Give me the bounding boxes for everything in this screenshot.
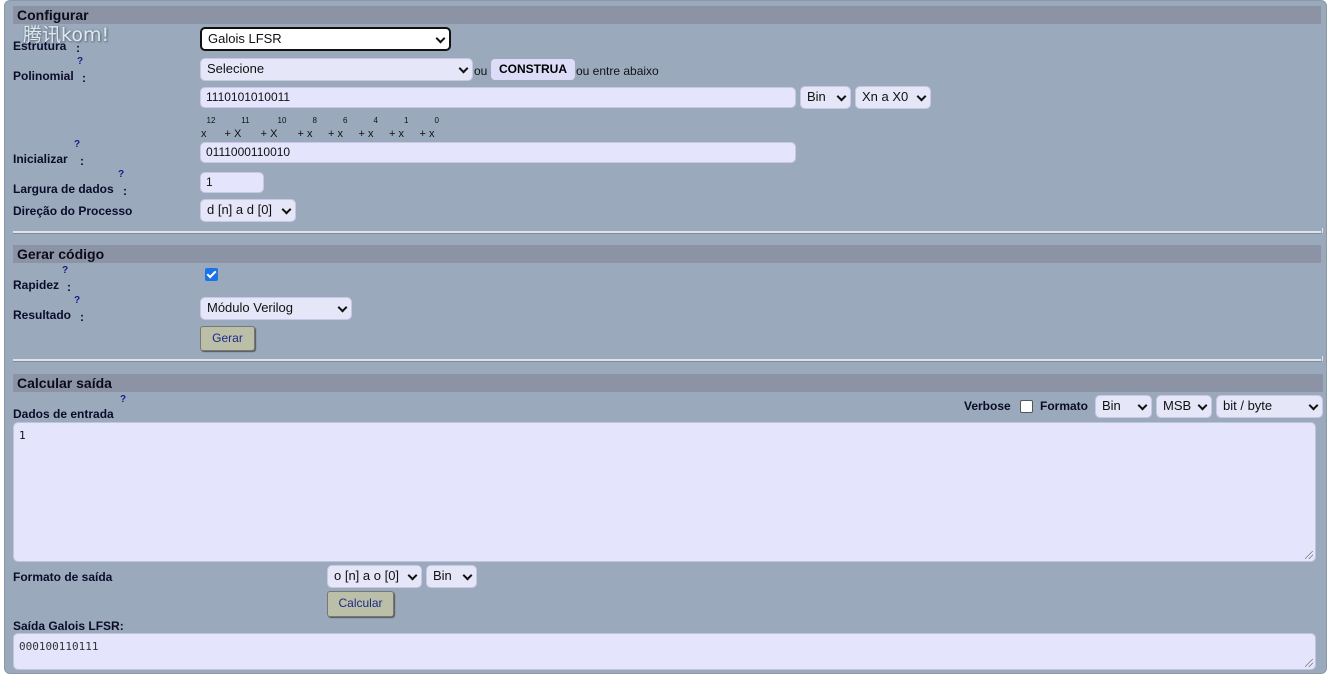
chevron-down-icon bbox=[1197, 400, 1208, 411]
formato-select-value: Bin bbox=[1102, 398, 1121, 413]
resultado-help-icon[interactable]: ? bbox=[74, 295, 80, 306]
polynomial-input[interactable]: 1110101010011 bbox=[200, 87, 796, 108]
rapidez-colon: : bbox=[67, 280, 71, 294]
poly-term: + x6 bbox=[327, 116, 348, 140]
inicializar-input[interactable]: 0111000110010 bbox=[200, 142, 796, 163]
dados-entrada-label: Dados de entrada bbox=[13, 407, 114, 421]
calcular-button[interactable]: Calcular bbox=[327, 591, 394, 617]
polinomial-help-icon[interactable]: ? bbox=[77, 56, 83, 67]
poly-order-value: Xn a X0 bbox=[862, 89, 909, 104]
formato-saida-label: Formato de saída bbox=[13, 570, 113, 584]
poly-format-select[interactable]: Bin bbox=[800, 86, 851, 109]
dados-entrada-value: 1 bbox=[19, 429, 26, 442]
saida-format-select[interactable]: Bin bbox=[426, 565, 477, 588]
construa-button[interactable]: CONSTRUA bbox=[491, 59, 575, 80]
bitbyte-select-value: bit / byte bbox=[1223, 398, 1273, 413]
chevron-down-icon bbox=[281, 204, 292, 215]
verbose-label: Verbose bbox=[964, 399, 1011, 413]
rapidez-checkbox[interactable] bbox=[205, 268, 218, 281]
chevron-down-icon bbox=[435, 33, 446, 44]
poly-term: + x0 bbox=[419, 116, 439, 140]
msb-select-value: MSB bbox=[1163, 398, 1192, 413]
lfsr-panel: Configurar 腾讯kom! Estrutura : Galois LFS… bbox=[4, 0, 1327, 674]
polinomial-select-value: Selecione bbox=[207, 61, 265, 76]
rapidez-label: Rapidez bbox=[13, 278, 60, 292]
ou-text: ou bbox=[474, 64, 488, 78]
msb-select[interactable]: MSB bbox=[1156, 395, 1212, 418]
poly-term: + x1 bbox=[388, 116, 409, 140]
section-header-calcular: Calcular saída bbox=[13, 374, 1323, 392]
section-divider bbox=[13, 356, 1323, 362]
polinomial-select[interactable]: Selecione bbox=[200, 58, 473, 81]
chevron-down-icon bbox=[1308, 400, 1319, 411]
chevron-down-icon bbox=[836, 91, 847, 102]
direcao-select-value: d [n] a d [0] bbox=[207, 202, 273, 217]
chevron-down-icon bbox=[407, 570, 418, 581]
largura-colon: : bbox=[123, 184, 127, 198]
estrutura-label: Estrutura bbox=[13, 39, 67, 53]
saida-value: 000100110111 bbox=[19, 640, 99, 653]
poly-term: + X11 bbox=[224, 116, 250, 140]
saida-order-select[interactable]: o [n] a o [0] bbox=[327, 565, 422, 588]
section-header-gerar: Gerar código bbox=[13, 245, 1321, 263]
poly-term: + X10 bbox=[260, 116, 287, 140]
resultado-colon: : bbox=[80, 310, 84, 324]
largura-help-icon[interactable]: ? bbox=[118, 169, 124, 180]
inicializar-help-icon[interactable]: ? bbox=[74, 139, 80, 150]
saida-format-value: Bin bbox=[433, 568, 452, 583]
chevron-down-icon bbox=[462, 570, 473, 581]
verbose-checkbox[interactable] bbox=[1020, 400, 1033, 413]
inicializar-label: Inicializar bbox=[13, 152, 68, 166]
chevron-down-icon bbox=[1137, 400, 1148, 411]
gerar-button[interactable]: Gerar bbox=[200, 326, 255, 351]
saida-order-value: o [n] a o [0] bbox=[334, 568, 400, 583]
direcao-label: Direção do Processo bbox=[13, 204, 133, 218]
chevron-down-icon bbox=[337, 302, 348, 313]
direcao-select[interactable]: d [n] a d [0] bbox=[200, 199, 296, 222]
polynomial-expression: x12 + X11 + X10 + x8 + x6 + x4 + x1 + x0 bbox=[201, 116, 439, 140]
formato-label: Formato bbox=[1040, 399, 1088, 413]
section-header-configurar: Configurar bbox=[13, 6, 1321, 24]
estrutura-select-value: Galois LFSR bbox=[208, 31, 282, 46]
poly-order-select[interactable]: Xn a X0 bbox=[855, 86, 931, 109]
polinomial-colon: : bbox=[82, 71, 86, 85]
saida-textarea[interactable]: 000100110111 bbox=[13, 633, 1316, 670]
poly-format-value: Bin bbox=[807, 89, 826, 104]
resize-handle-icon[interactable] bbox=[1305, 551, 1313, 559]
ou-entre-abaixo-text: ou entre abaixo bbox=[576, 64, 659, 78]
poly-term: + x8 bbox=[297, 116, 317, 140]
rapidez-help-icon[interactable]: ? bbox=[62, 265, 68, 276]
polinomial-label: Polinomial bbox=[13, 69, 74, 83]
resultado-select-value: Módulo Verilog bbox=[207, 300, 293, 315]
dados-help-icon[interactable]: ? bbox=[120, 394, 126, 405]
resultado-select[interactable]: Módulo Verilog bbox=[200, 297, 352, 320]
poly-term: x12 bbox=[201, 116, 216, 140]
largura-input[interactable]: 1 bbox=[200, 172, 264, 193]
resize-handle-icon[interactable] bbox=[1305, 659, 1313, 667]
chevron-down-icon bbox=[916, 91, 927, 102]
bitbyte-select[interactable]: bit / byte bbox=[1216, 395, 1323, 418]
estrutura-select[interactable]: Galois LFSR bbox=[200, 27, 451, 51]
section-divider bbox=[13, 228, 1323, 234]
largura-label: Largura de dados bbox=[13, 182, 114, 196]
resultado-label: Resultado bbox=[13, 308, 72, 322]
formato-select[interactable]: Bin bbox=[1095, 395, 1152, 418]
estrutura-colon: : bbox=[76, 41, 80, 55]
dados-entrada-textarea[interactable]: 1 bbox=[13, 422, 1316, 562]
saida-label: Saída Galois LFSR: bbox=[13, 619, 124, 633]
chevron-down-icon bbox=[458, 63, 469, 74]
poly-term: + x4 bbox=[358, 116, 378, 140]
inicializar-colon: : bbox=[80, 154, 84, 168]
